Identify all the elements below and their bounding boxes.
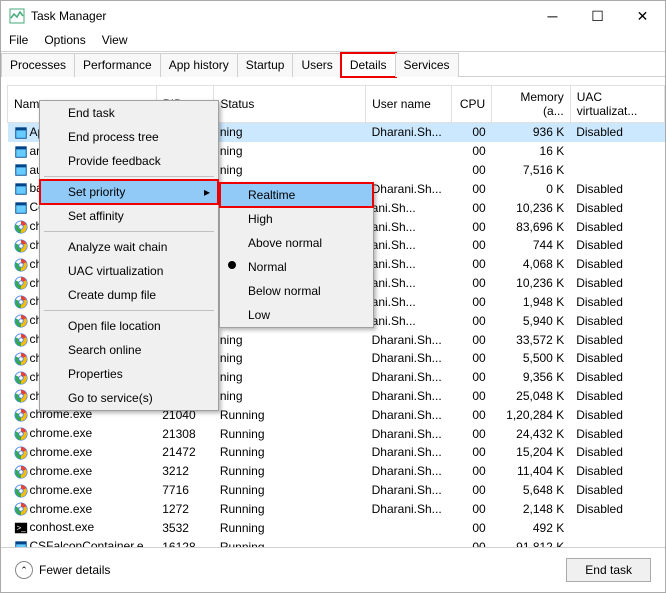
column-header-status[interactable]: Status xyxy=(214,86,366,123)
tab-users[interactable]: Users xyxy=(292,53,341,77)
table-row[interactable]: CSFalconContainer.e16128Running0091,812 … xyxy=(8,537,665,547)
minimize-button[interactable]: ─ xyxy=(530,1,575,31)
tab-bar: ProcessesPerformanceApp historyStartupUs… xyxy=(1,51,665,77)
titlebar: Task Manager ─ ☐ ✕ xyxy=(1,1,665,31)
end-task-button[interactable]: End task xyxy=(566,558,651,582)
fewer-details-toggle[interactable]: ⌃ Fewer details xyxy=(15,561,110,579)
table-row[interactable]: chrome.exe3212RunningDharani.Sh...0011,4… xyxy=(8,462,665,481)
column-header-uac[interactable]: UAC virtualizat... xyxy=(570,86,664,123)
ctx-uac-virtualization[interactable]: UAC virtualization xyxy=(40,259,218,283)
tab-performance[interactable]: Performance xyxy=(74,53,161,77)
footer: ⌃ Fewer details End task xyxy=(1,547,665,592)
tab-app-history[interactable]: App history xyxy=(160,53,238,77)
priority-above-normal[interactable]: Above normal xyxy=(220,231,373,255)
process-icon xyxy=(14,220,28,234)
menu-view[interactable]: View xyxy=(102,33,128,47)
column-header-cpu[interactable]: CPU xyxy=(452,86,492,123)
priority-normal[interactable]: Normal xyxy=(220,255,373,279)
process-icon xyxy=(14,258,28,272)
priority-below-normal[interactable]: Below normal xyxy=(220,279,373,303)
tab-details[interactable]: Details xyxy=(341,53,396,77)
priority-high[interactable]: High xyxy=(220,207,373,231)
process-icon: >_ xyxy=(14,521,28,535)
table-row[interactable]: chrome.exe21472RunningDharani.Sh...0015,… xyxy=(8,443,665,462)
fewer-details-label: Fewer details xyxy=(39,563,110,577)
process-icon xyxy=(14,295,28,309)
ctx-provide-feedback[interactable]: Provide feedback xyxy=(40,149,218,173)
process-icon xyxy=(14,502,28,516)
process-icon xyxy=(14,352,28,366)
chevron-up-icon: ⌃ xyxy=(15,561,33,579)
process-icon xyxy=(14,333,28,347)
priority-submenu[interactable]: RealtimeHighAbove normalNormalBelow norm… xyxy=(219,182,374,328)
process-icon xyxy=(14,163,28,177)
process-icon xyxy=(14,465,28,479)
table-row[interactable]: chrome.exe7716RunningDharani.Sh...005,64… xyxy=(8,481,665,500)
column-header-user[interactable]: User name xyxy=(366,86,452,123)
process-icon xyxy=(14,427,28,441)
menu-options[interactable]: Options xyxy=(44,33,85,47)
svg-text:>_: >_ xyxy=(16,524,26,533)
menubar: File Options View xyxy=(1,31,665,51)
process-icon xyxy=(14,145,28,159)
content-area: NamePIDStatusUser nameCPUMemory (a...UAC… xyxy=(1,77,665,547)
task-manager-icon xyxy=(9,8,25,24)
window-controls: ─ ☐ ✕ xyxy=(530,1,665,31)
process-icon xyxy=(14,276,28,290)
process-icon xyxy=(14,446,28,460)
ctx-create-dump-file[interactable]: Create dump file xyxy=(40,283,218,307)
process-icon xyxy=(14,201,28,215)
table-row[interactable]: chrome.exe21308RunningDharani.Sh...0024,… xyxy=(8,424,665,443)
process-icon xyxy=(14,371,28,385)
ctx-properties[interactable]: Properties xyxy=(40,362,218,386)
tab-startup[interactable]: Startup xyxy=(237,53,294,77)
window-title: Task Manager xyxy=(31,9,530,23)
process-icon xyxy=(14,484,28,498)
maximize-button[interactable]: ☐ xyxy=(575,1,620,31)
process-icon xyxy=(14,239,28,253)
menu-file[interactable]: File xyxy=(9,33,28,47)
priority-low[interactable]: Low xyxy=(220,303,373,327)
process-icon xyxy=(14,408,28,422)
ctx-analyze-wait-chain[interactable]: Analyze wait chain xyxy=(40,235,218,259)
close-button[interactable]: ✕ xyxy=(620,1,665,31)
ctx-set-affinity[interactable]: Set affinity xyxy=(40,204,218,228)
process-icon xyxy=(14,126,28,140)
process-icon xyxy=(14,314,28,328)
process-icon xyxy=(14,389,28,403)
ctx-set-priority[interactable]: Set priority xyxy=(40,180,218,204)
process-icon xyxy=(14,182,28,196)
ctx-open-file-location[interactable]: Open file location xyxy=(40,314,218,338)
ctx-search-online[interactable]: Search online xyxy=(40,338,218,362)
ctx-go-to-service-s-[interactable]: Go to service(s) xyxy=(40,386,218,410)
column-header-mem[interactable]: Memory (a... xyxy=(492,86,571,123)
table-row[interactable]: chrome.exe1272RunningDharani.Sh...002,14… xyxy=(8,500,665,519)
process-icon xyxy=(14,540,28,547)
context-menu[interactable]: End taskEnd process treeProvide feedback… xyxy=(39,100,219,411)
task-manager-window: Task Manager ─ ☐ ✕ File Options View Pro… xyxy=(0,0,666,593)
priority-realtime[interactable]: Realtime xyxy=(220,183,373,207)
ctx-end-process-tree[interactable]: End process tree xyxy=(40,125,218,149)
tab-services[interactable]: Services xyxy=(395,53,459,77)
tab-processes[interactable]: Processes xyxy=(1,53,75,77)
table-row[interactable]: >_conhost.exe3532Running00492 K xyxy=(8,518,665,537)
ctx-end-task[interactable]: End task xyxy=(40,101,218,125)
